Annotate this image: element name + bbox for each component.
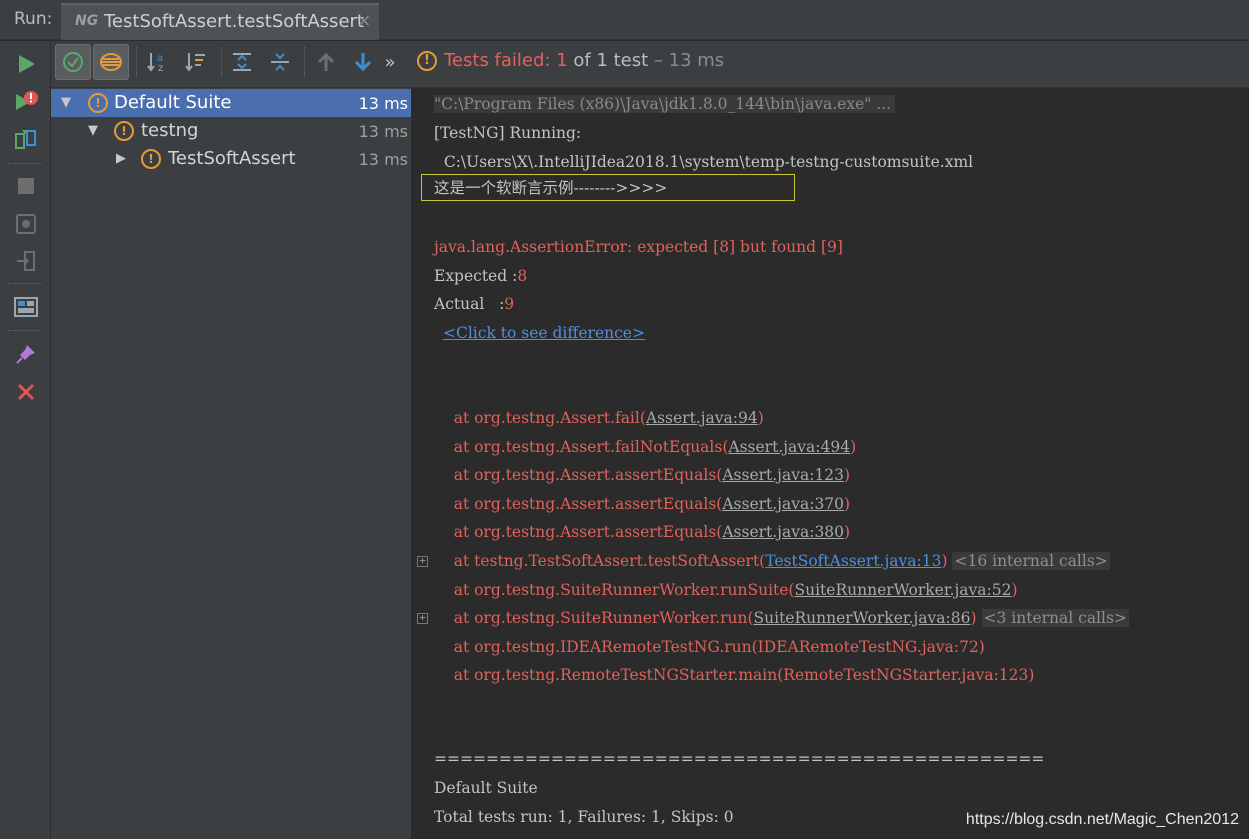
source-link[interactable]: Assert.java:370: [722, 495, 844, 513]
failed-test-icon: !: [88, 93, 108, 113]
stack-frame: at org.testng.SuiteRunnerWorker.run(Suit…: [434, 609, 1129, 627]
tree-item-duration: 13 ms: [358, 122, 408, 141]
exit-icon[interactable]: [13, 248, 39, 274]
run-tool-window-header: Run: NG TestSoftAssert.testSoftAssert ×: [0, 0, 1249, 40]
stack-frame: at org.testng.Assert.failNotEquals(Asser…: [434, 438, 857, 456]
close-icon[interactable]: [13, 379, 39, 405]
stack-frame: at org.testng.RemoteTestNGStarter.main(R…: [434, 666, 1035, 684]
previous-failed-test-icon[interactable]: [308, 44, 344, 80]
expand-all-icon[interactable]: [224, 44, 260, 80]
expected-line: Expected :8: [434, 267, 528, 285]
source-link[interactable]: TestSoftAssert.java:13: [765, 552, 941, 570]
stack-frame: at org.testng.Assert.assertEquals(Assert…: [434, 523, 851, 541]
stack-frame: at org.testng.Assert.fail(Assert.java:94…: [434, 409, 764, 427]
watermark: https://blog.csdn.net/Magic_Chen2012: [965, 811, 1239, 828]
left-action-toolbar: [0, 41, 51, 839]
tree-item-label: Default Suite: [114, 92, 232, 113]
failed-test-icon: !: [114, 121, 134, 141]
toggle-auto-test-icon[interactable]: [13, 127, 39, 153]
test-results-tree: ▼ ! Default Suite 13 ms ▼ ! testng 13 ms…: [51, 88, 412, 839]
tree-item-label: testng: [141, 120, 199, 141]
tree-item-duration: 13 ms: [358, 94, 408, 113]
tab-test-run[interactable]: NG TestSoftAssert.testSoftAssert ×: [61, 3, 379, 40]
failed-test-icon: !: [141, 149, 161, 169]
tree-item-label: TestSoftAssert: [168, 148, 296, 169]
test-runner-toolbar: az » ! Tests failed: 1 of 1 test – 13 ms: [51, 41, 1249, 88]
show-passed-icon[interactable]: [55, 44, 91, 80]
internal-calls-fold[interactable]: <16 internal calls>: [952, 552, 1110, 570]
dump-threads-icon[interactable]: [13, 211, 39, 237]
show-ignored-icon[interactable]: [93, 44, 129, 80]
console-message: 这是一个软断言示例-------->>>>: [434, 179, 668, 197]
rerun-icon[interactable]: [13, 51, 39, 77]
expand-arrow-icon[interactable]: ▶: [116, 151, 126, 166]
fold-expand-icon[interactable]: +: [417, 555, 428, 567]
stack-frame: at org.testng.IDEARemoteTestNG.run(IDEAR…: [434, 638, 985, 656]
layout-icon[interactable]: [13, 294, 39, 320]
tree-item-testng[interactable]: ▼ ! testng 13 ms: [51, 117, 411, 145]
source-link[interactable]: SuiteRunnerWorker.java:86: [754, 609, 971, 627]
source-link[interactable]: SuiteRunnerWorker.java:52: [794, 581, 1011, 599]
assertion-error-line: java.lang.AssertionError: expected [8] b…: [434, 238, 843, 256]
more-actions-icon[interactable]: »: [378, 44, 402, 80]
console-totals: Total tests run: 1, Failures: 1, Skips: …: [434, 808, 734, 826]
source-link[interactable]: Assert.java:94: [646, 409, 758, 427]
stack-frame: at org.testng.Assert.assertEquals(Assert…: [434, 495, 851, 513]
test-status-summary: Tests failed: 1 of 1 test – 13 ms: [444, 50, 725, 71]
source-link[interactable]: Assert.java:380: [722, 523, 844, 541]
stack-frame: at testng.TestSoftAssert.testSoftAssert(…: [434, 552, 1110, 570]
stop-icon[interactable]: [13, 173, 39, 199]
tab-title: TestSoftAssert.testSoftAssert: [104, 11, 364, 32]
click-to-see-difference-link[interactable]: <Click to see difference>: [443, 322, 645, 344]
stack-frame: at org.testng.Assert.assertEquals(Assert…: [434, 466, 851, 484]
expand-arrow-icon[interactable]: ▼: [61, 95, 71, 110]
console-suite-path: C:\Users\X\.IntelliJIdea2018.1\system\te…: [434, 153, 974, 171]
console-separator: ========================================…: [434, 750, 1045, 768]
next-failed-test-icon[interactable]: [345, 44, 381, 80]
tree-item-duration: 13 ms: [358, 150, 408, 169]
fold-expand-icon[interactable]: +: [417, 612, 428, 624]
svg-text:z: z: [158, 63, 163, 74]
tree-item-default-suite[interactable]: ▼ ! Default Suite 13 ms: [51, 89, 411, 117]
stack-frame: at org.testng.SuiteRunnerWorker.runSuite…: [434, 581, 1018, 599]
actual-line: Actual :9: [434, 295, 515, 313]
console-suite-name: Default Suite: [434, 779, 538, 797]
tests-failed-icon: !: [417, 51, 437, 71]
collapse-all-icon[interactable]: [262, 44, 298, 80]
console-output[interactable]: "C:\Program Files (x86)\Java\jdk1.8.0_14…: [412, 88, 1249, 839]
sort-alphabetically-icon[interactable]: az: [140, 44, 176, 80]
console-running-line: [TestNG] Running:: [434, 124, 582, 142]
run-label: Run:: [14, 9, 53, 29]
tree-item-testsoftassert[interactable]: ▶ ! TestSoftAssert 13 ms: [51, 145, 411, 173]
testng-icon: NG: [75, 13, 99, 29]
internal-calls-fold[interactable]: <3 internal calls>: [981, 609, 1129, 627]
close-icon[interactable]: ×: [357, 11, 371, 31]
pin-icon[interactable]: [13, 341, 39, 367]
source-link[interactable]: Assert.java:123: [722, 466, 844, 484]
sort-by-duration-icon[interactable]: [178, 44, 214, 80]
rerun-failed-icon[interactable]: [13, 89, 39, 115]
expand-arrow-icon[interactable]: ▼: [88, 123, 98, 138]
source-link[interactable]: Assert.java:494: [728, 438, 850, 456]
console-command-line: "C:\Program Files (x86)\Java\jdk1.8.0_14…: [434, 93, 896, 115]
